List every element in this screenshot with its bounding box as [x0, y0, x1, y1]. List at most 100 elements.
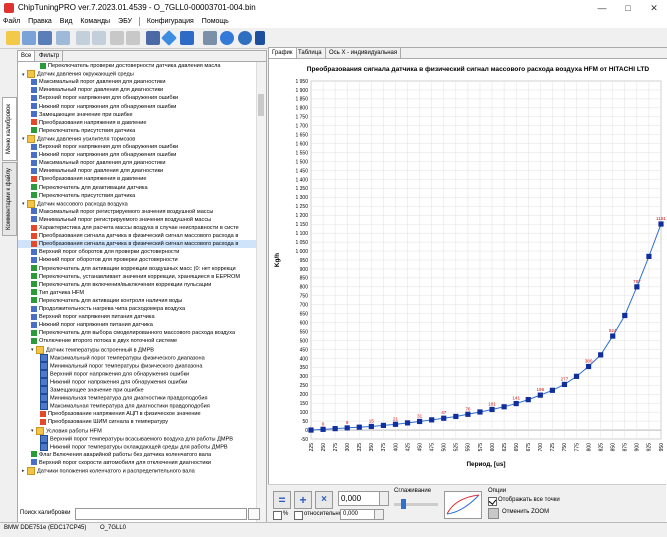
value-spinner[interactable]	[379, 491, 389, 506]
tree-item[interactable]: Верхний порог напряжения питания датчика	[18, 313, 256, 321]
tree-item[interactable]: Минимальный порог температуры физическог…	[18, 361, 256, 370]
tree-folder[interactable]: ▾ Датчик температуры встроенный в ДМРВ	[18, 345, 256, 354]
smoothing-slider-thumb[interactable]	[401, 499, 406, 509]
tree-item[interactable]: Нижний порог напряжения для обнаружения …	[18, 377, 256, 386]
cancel-zoom-icon[interactable]	[488, 508, 499, 519]
tab-calibration-menu[interactable]: Меню калибровок	[2, 97, 17, 161]
tree-item[interactable]: Переключатель присутствия датчика	[18, 127, 256, 135]
tree-item[interactable]: Преобразования сигнала датчика в физичес…	[18, 240, 256, 249]
tree-item[interactable]: Преобразования напряжения в давление	[18, 119, 256, 127]
tab-graph[interactable]: График	[269, 48, 297, 58]
tree-item[interactable]: Замещающее значение при ошибке	[18, 386, 256, 394]
tree-item[interactable]: Преобразование ШИМ сигнала в температуру	[18, 418, 256, 426]
tree-item[interactable]: Максимальный порог регистрируемого значе…	[18, 208, 256, 216]
relative-input[interactable]: 0,000	[340, 509, 376, 520]
tree-scrollbar-thumb[interactable]	[258, 94, 264, 116]
tree-item[interactable]: Замещающее значение при ошибке	[18, 111, 256, 119]
menu-config[interactable]: Конфигурация	[144, 16, 197, 28]
tab-axis-x-individual[interactable]: Ось X - индивидуальная	[326, 48, 402, 58]
globe-icon[interactable]	[220, 31, 234, 45]
open-folder-icon[interactable]	[6, 31, 20, 45]
diamond-icon[interactable]	[161, 30, 177, 46]
maximize-icon[interactable]: □	[615, 0, 641, 16]
tree-item[interactable]: Переключатель для включения/выключения к…	[18, 281, 256, 289]
tree-item[interactable]: Верхний порог напряжения для обнаружения…	[18, 369, 256, 378]
tree-item[interactable]: Минимальная температура для диагностики …	[18, 394, 256, 403]
tree-folder[interactable]: ▸ Датчики положения коленчатого и распред…	[18, 467, 256, 475]
undo-icon[interactable]	[110, 31, 124, 45]
redo-icon[interactable]	[126, 31, 140, 45]
tree-item[interactable]: Нижний порог оборотов для проверки досто…	[18, 256, 256, 264]
tree-item[interactable]: Характеристика для расчета массы воздуха…	[18, 224, 256, 232]
search-clear-button[interactable]	[248, 508, 260, 520]
info-icon[interactable]	[255, 31, 265, 45]
tree-item[interactable]: Нижний порог температуры охлаждающей сре…	[18, 442, 256, 451]
tree-item[interactable]: Верхний порог температуры всасываемого в…	[18, 434, 256, 443]
tree-item[interactable]: Нижний порог напряжения для обнаружения …	[18, 103, 256, 111]
percent-checkbox[interactable]	[273, 511, 282, 520]
relative-checkbox[interactable]	[294, 511, 303, 520]
menu-help[interactable]: Помощь	[199, 16, 232, 28]
show-all-points-checkbox[interactable]	[488, 497, 497, 506]
tree-item[interactable]: Минимальный порог давления для диагности…	[18, 167, 256, 175]
tree-folder[interactable]: ▾ Датчик давления окружающей среды	[18, 70, 256, 79]
tree-folder[interactable]: ▾ Условия работы HFM	[18, 426, 256, 435]
tree-item[interactable]: Переключатель для активации контроля нал…	[18, 297, 256, 305]
tree-item[interactable]: Переключатель проверки достоверности дат…	[18, 62, 256, 70]
menu-file[interactable]: Файл	[0, 16, 23, 28]
tree-item[interactable]: Нижний порог напряжения питания датчика	[18, 321, 256, 329]
menu-view[interactable]: Вид	[57, 16, 76, 28]
tab-file-comments[interactable]: Комментарии к файлу	[2, 162, 17, 236]
save-icon[interactable]	[22, 31, 36, 45]
tree-item[interactable]: Продолжительность нагрева чипа расходоме…	[18, 305, 256, 313]
tree-item[interactable]: Максимальный порог температуры физическо…	[18, 353, 256, 362]
tree-item[interactable]: Верхний порог оборотов для проверки дост…	[18, 248, 256, 256]
close-icon[interactable]: ✕	[641, 0, 667, 16]
connect-icon[interactable]	[146, 31, 160, 45]
tree-item[interactable]: Верхний порог скорости автомобиля для от…	[18, 459, 256, 467]
copy-icon[interactable]	[76, 31, 90, 45]
tools-icon[interactable]	[203, 31, 217, 45]
tree-item[interactable]: Переключатель, устанавливает значения ко…	[18, 273, 256, 281]
tree-folder[interactable]: ▾ Датчик массового расхода воздуха	[18, 199, 256, 208]
tree-item[interactable]: Преобразование напряжения АЦП в физическ…	[18, 410, 256, 418]
save-as-icon[interactable]	[38, 31, 52, 45]
tree-item[interactable]: Максимальная температура для диагностики…	[18, 402, 256, 411]
help-icon[interactable]	[238, 31, 252, 45]
tree-item[interactable]: Минимальный порог регистрируемого значен…	[18, 216, 256, 224]
tree-item[interactable]: Переключатель для активации коррекции во…	[18, 265, 256, 273]
tree-item[interactable]: Переключатель присутствия датчика	[18, 192, 256, 200]
tree-folder[interactable]: ▾ Датчик давления усилителя тормозов	[18, 134, 256, 143]
tree-item[interactable]: Максимальный порог давления для диагност…	[18, 159, 256, 167]
search-input[interactable]	[75, 508, 247, 520]
cancel-zoom-button[interactable]: Отменить ZOOM	[502, 509, 549, 515]
equal-button[interactable]: =	[273, 491, 291, 509]
tree-item[interactable]: Переключатель для деактивации датчика	[18, 184, 256, 192]
menu-edit[interactable]: Правка	[25, 16, 55, 28]
plus-button[interactable]: +	[294, 491, 312, 509]
tree-scrollbar[interactable]	[256, 62, 266, 523]
tree-item[interactable]: Верхний порог напряжения для обнаружения…	[18, 94, 256, 102]
tree-item[interactable]: Отключение второго потока в двух поточно…	[18, 337, 256, 345]
tree-tab-filter[interactable]: Фильтр	[36, 51, 64, 61]
tree-item[interactable]: Нижний порог напряжения для обнаружения …	[18, 151, 256, 159]
tree-item[interactable]: Минимальный порог давления для диагности…	[18, 86, 256, 94]
compare-icon[interactable]	[180, 31, 194, 45]
menu-ecu[interactable]: ЭБУ	[115, 16, 135, 28]
tree-item[interactable]: Тип датчика HFM	[18, 289, 256, 297]
minimize-icon[interactable]: —	[589, 0, 615, 16]
menu-commands[interactable]: Команды	[77, 16, 113, 28]
tree-item[interactable]: Преобразования напряжения в давление	[18, 175, 256, 183]
tree-item[interactable]: Максимальный порог давления для диагност…	[18, 78, 256, 86]
paste-icon[interactable]	[92, 31, 106, 45]
tree-item[interactable]: Флаг Включения аварийной работы без датч…	[18, 451, 256, 459]
tree-item[interactable]: Преобразования сигнала датчика в физичес…	[18, 232, 256, 240]
tree-tab-all[interactable]: Все	[18, 51, 36, 61]
tree-item[interactable]: Переключатель для выбора смоделированног…	[18, 329, 256, 337]
relative-spinner[interactable]	[374, 509, 384, 520]
multiply-button[interactable]: ×	[315, 491, 333, 509]
print-icon[interactable]	[56, 31, 70, 45]
tree-item[interactable]: Верхний порог напряжения для обнаружения…	[18, 143, 256, 151]
tab-table[interactable]: Таблица	[295, 48, 326, 58]
value-input[interactable]: 0,000	[338, 491, 380, 506]
